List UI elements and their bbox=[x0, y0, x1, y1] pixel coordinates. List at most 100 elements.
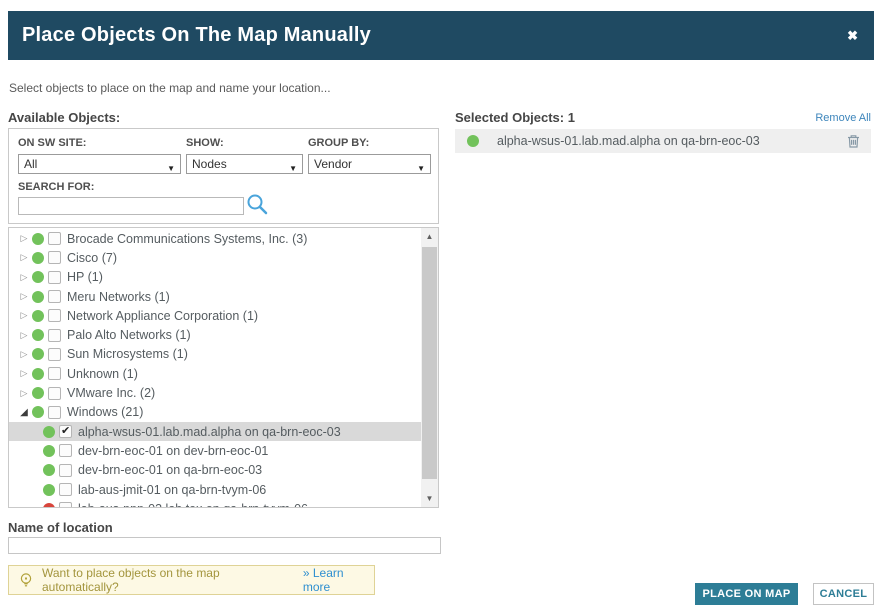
notice-text: Want to place objects on the map automat… bbox=[42, 566, 299, 594]
search-input[interactable] bbox=[18, 197, 244, 215]
scroll-up-icon[interactable]: ▲ bbox=[421, 228, 438, 245]
expand-icon[interactable]: ▷ bbox=[18, 291, 30, 302]
expand-icon[interactable]: ▷ bbox=[18, 349, 30, 360]
expand-icon[interactable]: ▷ bbox=[18, 310, 30, 321]
name-of-location-label: Name of location bbox=[8, 520, 113, 535]
status-up-icon bbox=[32, 406, 44, 418]
tree-item-label: lab-aus-ppp-03.lab.tex on qa-brn-tvym-06 bbox=[78, 502, 308, 508]
show-select[interactable]: Nodes ▼ bbox=[186, 154, 303, 174]
trash-icon[interactable] bbox=[846, 133, 861, 152]
tree-group-row[interactable]: ▷ Palo Alto Networks (1) bbox=[9, 325, 421, 344]
dialog-place-objects: Place Objects On The Map Manually ✖ Sele… bbox=[0, 0, 881, 607]
checkbox[interactable] bbox=[48, 290, 61, 303]
on-sw-site-label: ON SW SITE: bbox=[18, 137, 86, 149]
status-up-icon bbox=[32, 310, 44, 322]
scroll-down-icon[interactable]: ▼ bbox=[421, 490, 438, 507]
checkbox[interactable] bbox=[48, 232, 61, 245]
tree-group-label: Sun Microsystems (1) bbox=[67, 347, 188, 361]
dialog-title: Place Objects On The Map Manually bbox=[8, 24, 371, 47]
checkbox[interactable] bbox=[59, 464, 72, 477]
cancel-button[interactable]: CANCEL bbox=[813, 583, 874, 605]
status-up-icon bbox=[32, 271, 44, 283]
tree-group-row[interactable]: ▷ Unknown (1) bbox=[9, 364, 421, 383]
tree-item-row[interactable]: lab-aus-ppp-03.lab.tex on qa-brn-tvym-06 bbox=[9, 499, 421, 508]
status-up-icon bbox=[467, 135, 479, 147]
tree-group-label: Cisco (7) bbox=[67, 251, 117, 265]
location-name-input[interactable] bbox=[8, 537, 441, 554]
tree-item-label: dev-brn-eoc-01 on dev-brn-eoc-01 bbox=[78, 444, 268, 458]
selected-objects-label: Selected Objects: 1 bbox=[455, 110, 575, 125]
status-up-icon bbox=[43, 464, 55, 476]
dialog-header: Place Objects On The Map Manually ✖ bbox=[8, 11, 874, 60]
checkbox[interactable] bbox=[48, 329, 61, 342]
tree-scrollbar[interactable]: ▲ ▼ bbox=[421, 228, 438, 507]
on-sw-site-select[interactable]: All ▼ bbox=[18, 154, 181, 174]
checkbox[interactable] bbox=[48, 348, 61, 361]
checkbox[interactable] bbox=[48, 271, 61, 284]
lightbulb-icon bbox=[18, 572, 34, 589]
tree-group-row[interactable]: ▷ Meru Networks (1) bbox=[9, 287, 421, 306]
group-by-select[interactable]: Vendor ▼ bbox=[308, 154, 431, 174]
status-up-icon bbox=[32, 368, 44, 380]
checkbox[interactable] bbox=[48, 406, 61, 419]
checkbox[interactable] bbox=[59, 483, 72, 496]
tree-group-row[interactable]: ▷ Sun Microsystems (1) bbox=[9, 345, 421, 364]
learn-more-link[interactable]: » Learn more bbox=[303, 566, 374, 594]
expand-icon[interactable]: ▷ bbox=[18, 233, 30, 244]
checkbox[interactable] bbox=[59, 502, 72, 508]
status-up-icon bbox=[43, 445, 55, 457]
tree-item-row[interactable]: dev-brn-eoc-01 on qa-brn-eoc-03 bbox=[9, 461, 421, 480]
checkbox[interactable] bbox=[48, 251, 61, 264]
tree-item-row[interactable]: dev-brn-eoc-01 on dev-brn-eoc-01 bbox=[9, 441, 421, 460]
show-value: Nodes bbox=[192, 157, 227, 171]
checkbox[interactable] bbox=[48, 387, 61, 400]
tree-group-label: Brocade Communications Systems, Inc. (3) bbox=[67, 232, 307, 246]
filters-panel: ON SW SITE: SHOW: GROUP BY: All ▼ Nodes … bbox=[8, 128, 439, 224]
tree-group-row-windows[interactable]: ◢ Windows (21) bbox=[9, 403, 421, 422]
expand-icon[interactable]: ▷ bbox=[18, 272, 30, 283]
status-up-icon bbox=[32, 329, 44, 341]
expand-icon[interactable]: ▷ bbox=[18, 388, 30, 399]
tree-group-row[interactable]: ▷ VMware Inc. (2) bbox=[9, 383, 421, 402]
close-icon[interactable]: ✖ bbox=[847, 11, 858, 60]
checkbox[interactable] bbox=[48, 367, 61, 380]
tree-group-label: Windows (21) bbox=[67, 405, 143, 419]
tree-group-label: HP (1) bbox=[67, 270, 103, 284]
tree-group-row[interactable]: ▷ Brocade Communications Systems, Inc. (… bbox=[9, 229, 421, 248]
tree-group-label: VMware Inc. (2) bbox=[67, 386, 155, 400]
status-up-icon bbox=[32, 291, 44, 303]
status-up-icon bbox=[43, 426, 55, 438]
tree-item-row[interactable]: lab-aus-jmit-01 on qa-brn-tvym-06 bbox=[9, 480, 421, 499]
expand-icon[interactable]: ▷ bbox=[18, 330, 30, 341]
status-down-icon bbox=[43, 503, 55, 508]
tree-item-row-selected[interactable]: alpha-wsus-01.lab.mad.alpha on qa-brn-eo… bbox=[9, 422, 421, 441]
status-up-icon bbox=[32, 387, 44, 399]
chevron-down-icon: ▼ bbox=[289, 160, 297, 178]
tree-group-row[interactable]: ▷ HP (1) bbox=[9, 268, 421, 287]
tree-item-label: alpha-wsus-01.lab.mad.alpha on qa-brn-eo… bbox=[78, 425, 341, 439]
chevron-down-icon: ▼ bbox=[167, 160, 175, 178]
scrollbar-thumb[interactable] bbox=[422, 247, 437, 479]
collapse-icon[interactable]: ◢ bbox=[18, 407, 30, 418]
tree-group-label: Network Appliance Corporation (1) bbox=[67, 309, 258, 323]
selected-object-row[interactable]: alpha-wsus-01.lab.mad.alpha on qa-brn-eo… bbox=[455, 129, 871, 153]
tree-group-label: Palo Alto Networks (1) bbox=[67, 328, 191, 342]
status-up-icon bbox=[43, 484, 55, 496]
checkbox-checked[interactable] bbox=[59, 425, 72, 438]
tree-item-label: dev-brn-eoc-01 on qa-brn-eoc-03 bbox=[78, 463, 262, 477]
expand-icon[interactable]: ▷ bbox=[18, 252, 30, 263]
tree-group-row[interactable]: ▷ Cisco (7) bbox=[9, 248, 421, 267]
search-icon[interactable] bbox=[245, 192, 269, 221]
checkbox[interactable] bbox=[59, 444, 72, 457]
tree-item-label: lab-aus-jmit-01 on qa-brn-tvym-06 bbox=[78, 483, 266, 497]
place-on-map-button[interactable]: PLACE ON MAP bbox=[695, 583, 798, 605]
tree-group-row[interactable]: ▷ Network Appliance Corporation (1) bbox=[9, 306, 421, 325]
checkbox[interactable] bbox=[48, 309, 61, 322]
search-for-label: SEARCH FOR: bbox=[18, 181, 94, 193]
show-label: SHOW: bbox=[186, 137, 224, 149]
group-by-value: Vendor bbox=[314, 157, 352, 171]
chevron-down-icon: ▼ bbox=[417, 160, 425, 178]
expand-icon[interactable]: ▷ bbox=[18, 368, 30, 379]
remove-all-link[interactable]: Remove All bbox=[815, 112, 871, 124]
selected-object-label: alpha-wsus-01.lab.mad.alpha on qa-brn-eo… bbox=[497, 134, 760, 148]
